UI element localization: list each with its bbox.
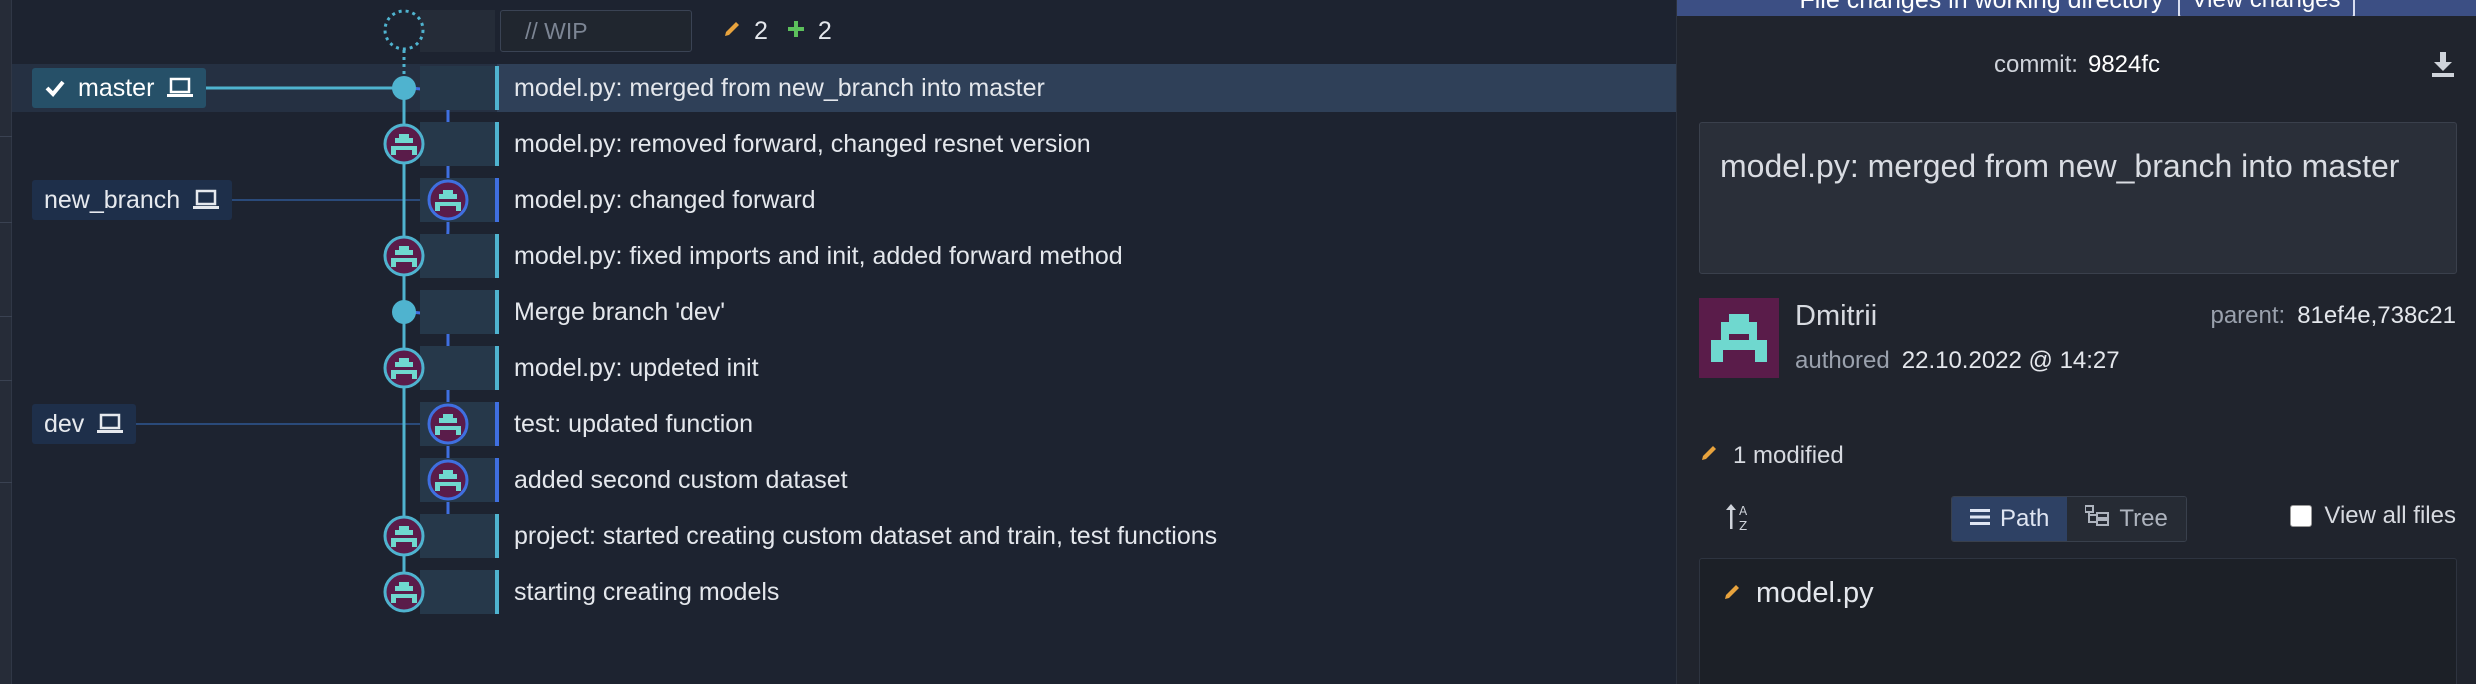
tree-icon: [2084, 504, 2110, 534]
file-item[interactable]: model.py: [1722, 577, 1874, 610]
commit-avatar-node: [427, 179, 469, 221]
parent-line: parent: 81ef4e,738c21: [2210, 302, 2456, 330]
path-label: Path: [2000, 505, 2050, 532]
download-icon[interactable]: [2430, 50, 2456, 83]
commit-avatar-node: [383, 347, 425, 389]
working-directory-banner[interactable]: File changes in working directory View c…: [1677, 0, 2476, 16]
commit-label: commit:: [1993, 51, 2078, 78]
list-icon: [1970, 505, 1990, 533]
commit-graph-panel: // WIP 2 2 master new_branch dev model.p…: [0, 0, 1676, 684]
commit-message: added second custom dataset: [514, 466, 848, 494]
commit-avatar-node: [427, 403, 469, 445]
wip-modified-count: 2: [754, 16, 768, 45]
modified-summary: 1 modified: [1699, 442, 1844, 470]
plus-icon: [786, 17, 806, 46]
commit-message: starting creating models: [514, 578, 780, 606]
file-name: model.py: [1756, 577, 1874, 609]
wip-input[interactable]: // WIP: [500, 10, 692, 52]
svg-text:A: A: [1739, 504, 1748, 518]
graph-avatar-nodes: [383, 123, 469, 613]
authored-line: authored 22.10.2022 @ 14:27: [1795, 347, 2120, 375]
pencil-icon: [722, 17, 742, 46]
app-window: // WIP 2 2 master new_branch dev model.p…: [0, 0, 2476, 684]
commit-sha[interactable]: 9824fc: [2088, 51, 2160, 79]
authored-date: 22.10.2022 @ 14:27: [1901, 347, 2120, 374]
view-all-files-option[interactable]: View all files: [2290, 502, 2456, 530]
view-changes-button[interactable]: View changes: [2177, 0, 2355, 16]
banner-text: File changes in working directory: [1799, 0, 2163, 15]
commit-avatar-node: [383, 571, 425, 613]
commit-message: project: started creating custom dataset…: [514, 522, 1218, 550]
commit-avatar-node: [383, 235, 425, 277]
tree-label: Tree: [2119, 505, 2168, 532]
commit-message: model.py: fixed imports and init, added …: [514, 242, 1123, 270]
authored-label: authored: [1795, 347, 1890, 374]
changed-files-list: model.py: [1699, 558, 2457, 684]
sort-icon[interactable]: A Z: [1723, 500, 1757, 539]
commit-message: model.py: merged from new_branch into ma…: [514, 74, 1045, 102]
modified-count-text: 1 modified: [1733, 442, 1844, 469]
commit-message: Merge branch 'dev': [514, 298, 726, 326]
commit-avatar-node: [383, 123, 425, 165]
author-name: Dmitrii: [1795, 300, 1878, 332]
tree-view-button[interactable]: Tree: [2067, 497, 2186, 541]
pencil-icon: [1722, 577, 1742, 610]
path-view-button[interactable]: Path: [1952, 497, 2068, 541]
svg-text:Z: Z: [1739, 519, 1747, 533]
parent-label: parent:: [2210, 302, 2286, 329]
commit-avatar-node: [383, 515, 425, 557]
commit-message-box[interactable]: model.py: merged from new_branch into ma…: [1699, 122, 2457, 274]
pencil-icon: [1699, 442, 1719, 470]
commit-message: test: updated function: [514, 410, 754, 438]
commit-detail-panel: File changes in working directory View c…: [1676, 0, 2476, 684]
author-avatar: [1699, 298, 1779, 378]
commit-avatar-node: [427, 459, 469, 501]
wip-added-count: 2: [817, 16, 832, 45]
parent-sha[interactable]: 81ef4e,738c21: [2297, 302, 2456, 330]
view-all-files-label: View all files: [2324, 502, 2456, 529]
view-mode-toggle: Path Tree: [1951, 496, 2187, 542]
wip-stats: 2 2: [722, 10, 832, 52]
commit-header: commit: 9824fc: [1677, 44, 2476, 86]
commit-message: model.py: changed forward: [514, 186, 816, 214]
view-all-files-checkbox[interactable]: [2290, 505, 2313, 527]
commit-message: model.py: updeted init: [514, 354, 759, 382]
commit-message: model.py: removed forward, changed resne…: [514, 130, 1091, 158]
